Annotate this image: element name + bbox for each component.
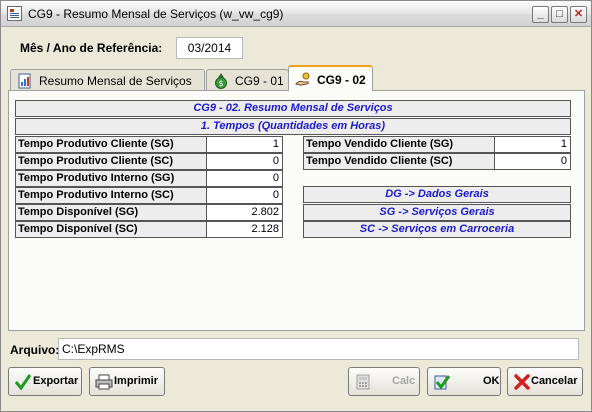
app-icon [7, 6, 22, 21]
row-label: Tempo Disponível (SC) [15, 221, 207, 238]
file-label: Arquivo: [10, 343, 60, 357]
money-bag-icon: $ [215, 73, 227, 89]
legend-item: SC -> Serviços em Carroceria [303, 221, 571, 238]
tab-label: CG9 - 01 [235, 74, 284, 88]
hand-coins-icon [295, 72, 310, 86]
close-button[interactable]: ✕ [570, 6, 587, 23]
legend-item: SG -> Serviços Gerais [303, 204, 571, 221]
value-field[interactable]: 0 [206, 170, 283, 187]
title-bar[interactable]: CG9 - Resumo Mensal de Serviços (w_vw_cg… [1, 1, 591, 27]
row-label: Tempo Vendido Cliente (SG) [303, 136, 495, 153]
button-label: Cancelar [531, 375, 578, 387]
file-path-input[interactable]: C:\ExpRMS [58, 338, 579, 360]
legend-item: DG -> Dados Gerais [303, 186, 571, 203]
maximize-button[interactable]: □ [551, 6, 568, 23]
value-field[interactable]: 2.802 [206, 204, 283, 221]
section-title: CG9 - 02. Resumo Mensal de Serviços [15, 100, 571, 117]
row-label: Tempo Disponível (SG) [15, 204, 207, 221]
cancel-icon [514, 374, 530, 390]
svg-text:$: $ [218, 79, 223, 88]
check-icon [14, 374, 32, 391]
ok-icon [434, 375, 451, 390]
row-label: Tempo Vendido Cliente (SC) [303, 153, 495, 170]
row-label: Tempo Produtivo Cliente (SC) [15, 153, 207, 170]
tab-label: CG9 - 02 [317, 73, 366, 87]
minimize-button[interactable]: _ [532, 6, 549, 23]
tab-cg9-01[interactable]: $ CG9 - 01 [206, 69, 289, 91]
button-label: Exportar [33, 375, 79, 387]
reference-month-input[interactable]: 03/2014 [176, 37, 243, 59]
calculator-icon [356, 374, 370, 390]
reference-label: Mês / Ano de Referência: [20, 41, 163, 55]
button-label: OK [483, 375, 500, 387]
value-field[interactable]: 1 [494, 136, 571, 153]
document-chart-icon [18, 73, 31, 89]
export-button[interactable]: Exportar [8, 367, 82, 396]
calc-button[interactable]: Calc [348, 367, 420, 396]
value-field[interactable]: 0 [206, 187, 283, 204]
value-field[interactable]: 0 [494, 153, 571, 170]
tab-resumo-mensal[interactable]: Resumo Mensal de Serviços [10, 69, 205, 91]
main-window: CG9 - Resumo Mensal de Serviços (w_vw_cg… [0, 0, 592, 412]
button-label: Imprimir [114, 375, 159, 387]
print-button[interactable]: Imprimir [89, 367, 165, 396]
window-title: CG9 - Resumo Mensal de Serviços (w_vw_cg… [28, 7, 284, 21]
ok-button[interactable]: OK [427, 367, 501, 396]
button-label: Calc [392, 375, 416, 387]
tab-cg9-02[interactable]: CG9 - 02 [288, 65, 373, 91]
value-field[interactable]: 2.128 [206, 221, 283, 238]
row-label: Tempo Produtivo Cliente (SG) [15, 136, 207, 153]
cancel-button[interactable]: Cancelar [507, 367, 583, 396]
value-field[interactable]: 1 [206, 136, 283, 153]
row-label: Tempo Produtivo Interno (SG) [15, 170, 207, 187]
printer-icon [95, 374, 113, 390]
section-subtitle: 1. Tempos (Quantidades em Horas) [15, 118, 571, 135]
value-field[interactable]: 0 [206, 153, 283, 170]
tab-label: Resumo Mensal de Serviços [39, 74, 192, 88]
row-label: Tempo Produtivo Interno (SC) [15, 187, 207, 204]
